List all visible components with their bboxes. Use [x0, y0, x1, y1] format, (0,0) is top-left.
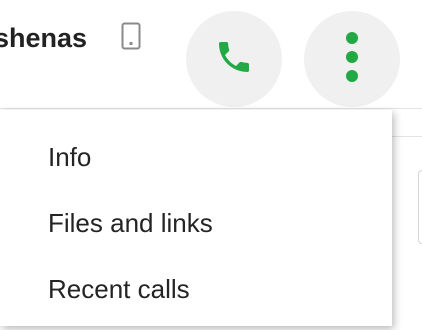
options-dropdown-menu: Info Files and links Recent calls — [0, 110, 392, 326]
contact-name: shenas — [0, 23, 88, 53]
menu-item-recent-calls[interactable]: Recent calls — [0, 256, 392, 322]
phone-device-icon — [121, 22, 141, 50]
header-divider — [0, 108, 422, 109]
menu-item-info[interactable]: Info — [0, 124, 392, 190]
more-options-button[interactable] — [304, 11, 400, 107]
phone-call-icon — [214, 37, 254, 82]
background-input-edge — [418, 170, 422, 244]
background-divider — [392, 136, 422, 137]
menu-item-files-and-links[interactable]: Files and links — [0, 190, 392, 256]
more-vertical-icon — [344, 29, 360, 90]
chat-header: shenas — [0, 0, 422, 110]
call-button[interactable] — [186, 11, 282, 107]
